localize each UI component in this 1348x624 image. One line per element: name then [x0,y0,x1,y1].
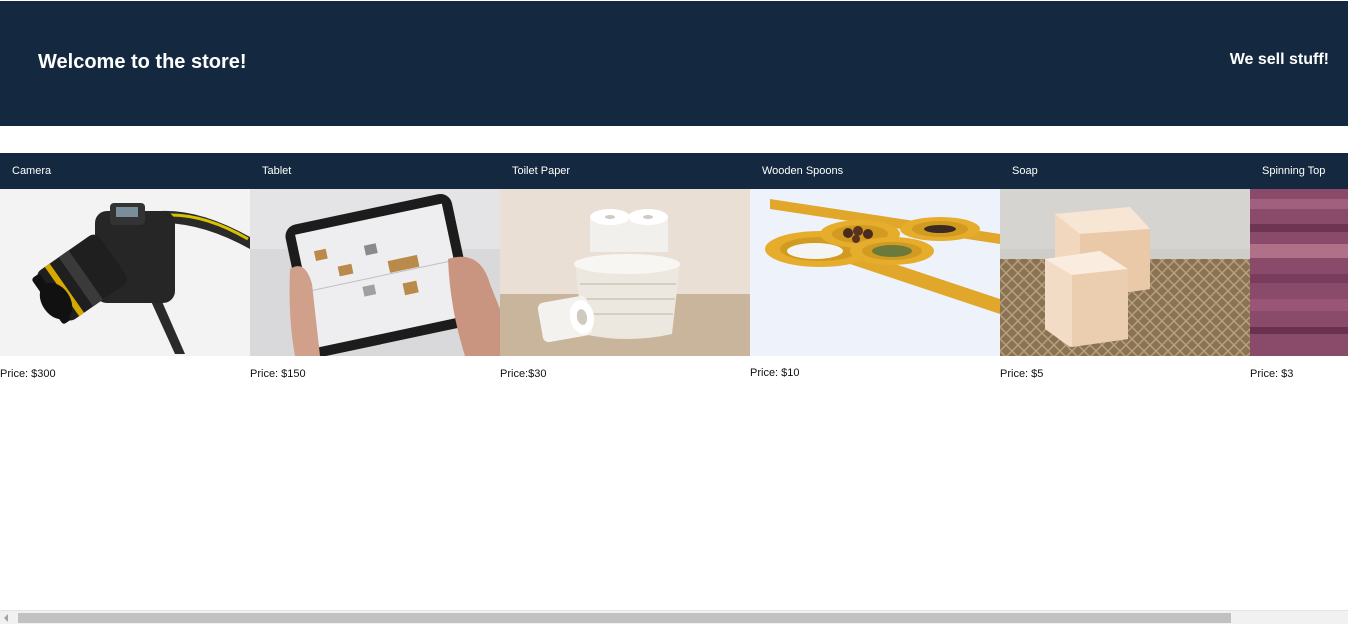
store-header: Welcome to the store! We sell stuff! [0,1,1348,126]
product-card-toilet-paper[interactable]: Toilet Paper Price:$30 [500,153,750,393]
scroll-left-arrow-icon[interactable] [4,614,8,622]
product-price: Price: $3 [1250,368,1294,380]
soap-photo [1000,189,1250,356]
store-tagline: We sell stuff! [1229,51,1329,68]
product-name: Wooden Spoons [750,153,1000,189]
spinning-top-photo [1250,189,1348,356]
product-price: Price: $300 [0,368,56,380]
product-price: Price:$30 [500,368,547,380]
product-name: Soap [1000,153,1250,189]
product-name: Tablet [250,153,500,189]
horizontal-scrollbar[interactable] [0,610,1348,624]
product-card-spinning-top[interactable]: Spinning Top Price: $3 [1250,153,1348,393]
product-list: Camera Price: $300 Tablet Price: $150 To… [0,153,1348,393]
product-card-soap[interactable]: Soap Price: $5 [1000,153,1250,393]
page-title: Welcome to the store! [38,51,247,73]
product-name: Camera [0,153,250,189]
product-price: Price: $5 [1000,368,1044,380]
product-card-tablet[interactable]: Tablet Price: $150 [250,153,500,393]
product-card-camera[interactable]: Camera Price: $300 [0,153,250,393]
tablet-photo [250,189,500,356]
product-price: Price: $10 [750,367,800,379]
toilet-paper-photo [500,189,750,356]
product-price: Price: $150 [250,368,306,380]
product-name: Toilet Paper [500,153,750,189]
product-name: Spinning Top [1250,153,1348,189]
wooden-spoons-photo [750,189,1000,356]
camera-photo [0,189,250,356]
product-card-wooden-spoons[interactable]: Wooden Spoons Price: $10 [750,153,1000,393]
scrollbar-thumb[interactable] [18,613,1231,623]
